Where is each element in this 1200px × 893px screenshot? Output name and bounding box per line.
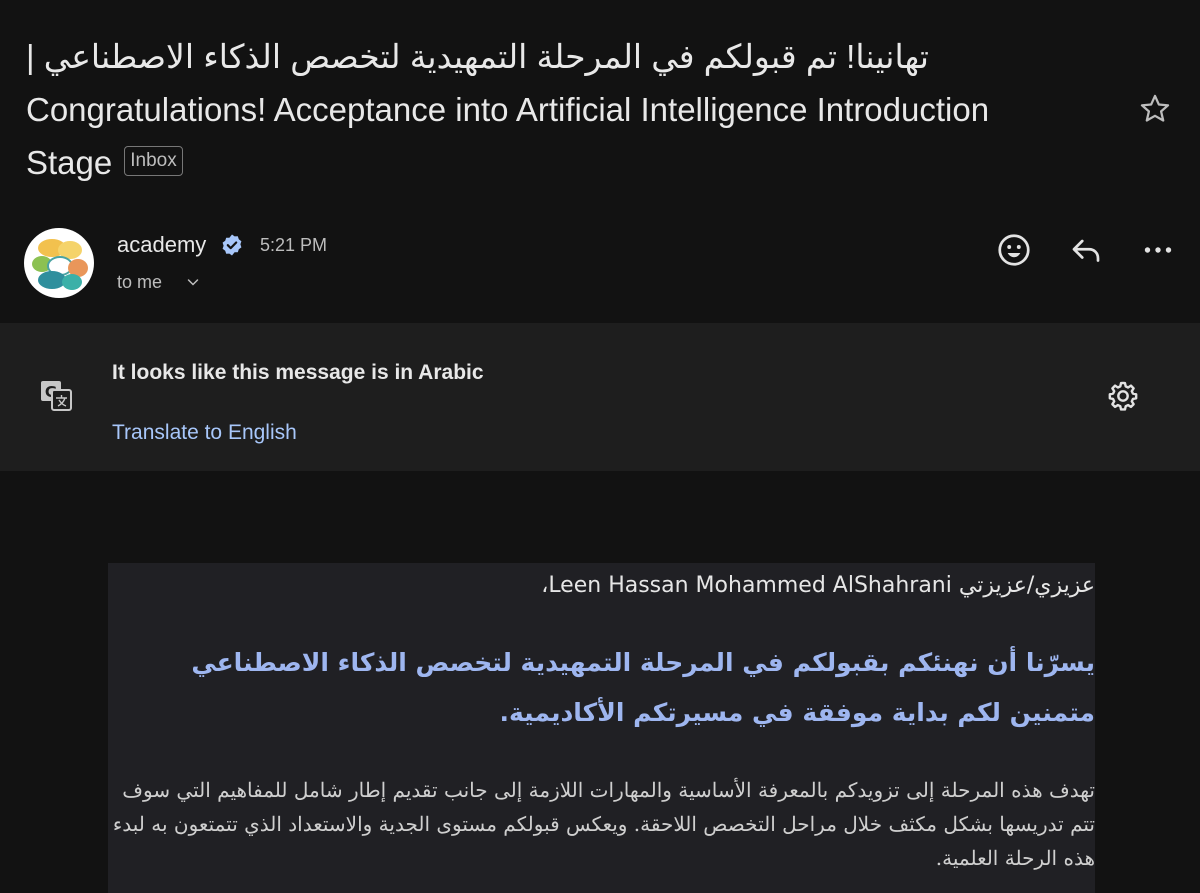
emoji-reaction-icon[interactable]: [996, 232, 1032, 268]
chevron-down-icon[interactable]: [185, 274, 201, 290]
email-subject: تهانينا! تم قبولكم في المرحلة التمهيدية …: [26, 30, 1076, 189]
gear-icon[interactable]: [1106, 379, 1140, 413]
academy-logo-icon: [32, 239, 88, 290]
verified-badge-icon: [222, 234, 242, 256]
sender-avatar[interactable]: [24, 228, 94, 298]
translate-banner: G It looks like this message is in Arabi…: [0, 323, 1200, 471]
translate-icon: G: [41, 381, 72, 411]
sender-name[interactable]: academy: [117, 232, 206, 258]
inbox-label-badge[interactable]: Inbox: [124, 146, 183, 177]
email-body-card: عزيزي/عزيزتي Leen Hassan Mohammed AlShah…: [108, 563, 1095, 893]
body-paragraph: تهدف هذه المرحلة إلى تزويدكم بالمعرفة ال…: [112, 778, 1095, 870]
translate-banner-title: It looks like this message is in Arabic: [112, 361, 484, 384]
subject-arabic: تهانينا! تم قبولكم في المرحلة التمهيدية …: [26, 38, 929, 75]
recipient-label[interactable]: to me: [117, 272, 162, 293]
email-time: 5:21 PM: [260, 235, 328, 255]
translate-to-english-link[interactable]: Translate to English: [112, 421, 297, 445]
reply-icon[interactable]: [1068, 232, 1104, 268]
greeting-line: عزيزي/عزيزتي Leen Hassan Mohammed AlShah…: [541, 573, 1095, 598]
congratulations-highlight: يسرّنا أن نهنئكم بقبولكم في المرحلة التم…: [191, 648, 1095, 727]
more-options-icon[interactable]: [1140, 232, 1176, 268]
star-icon[interactable]: [1138, 92, 1172, 126]
